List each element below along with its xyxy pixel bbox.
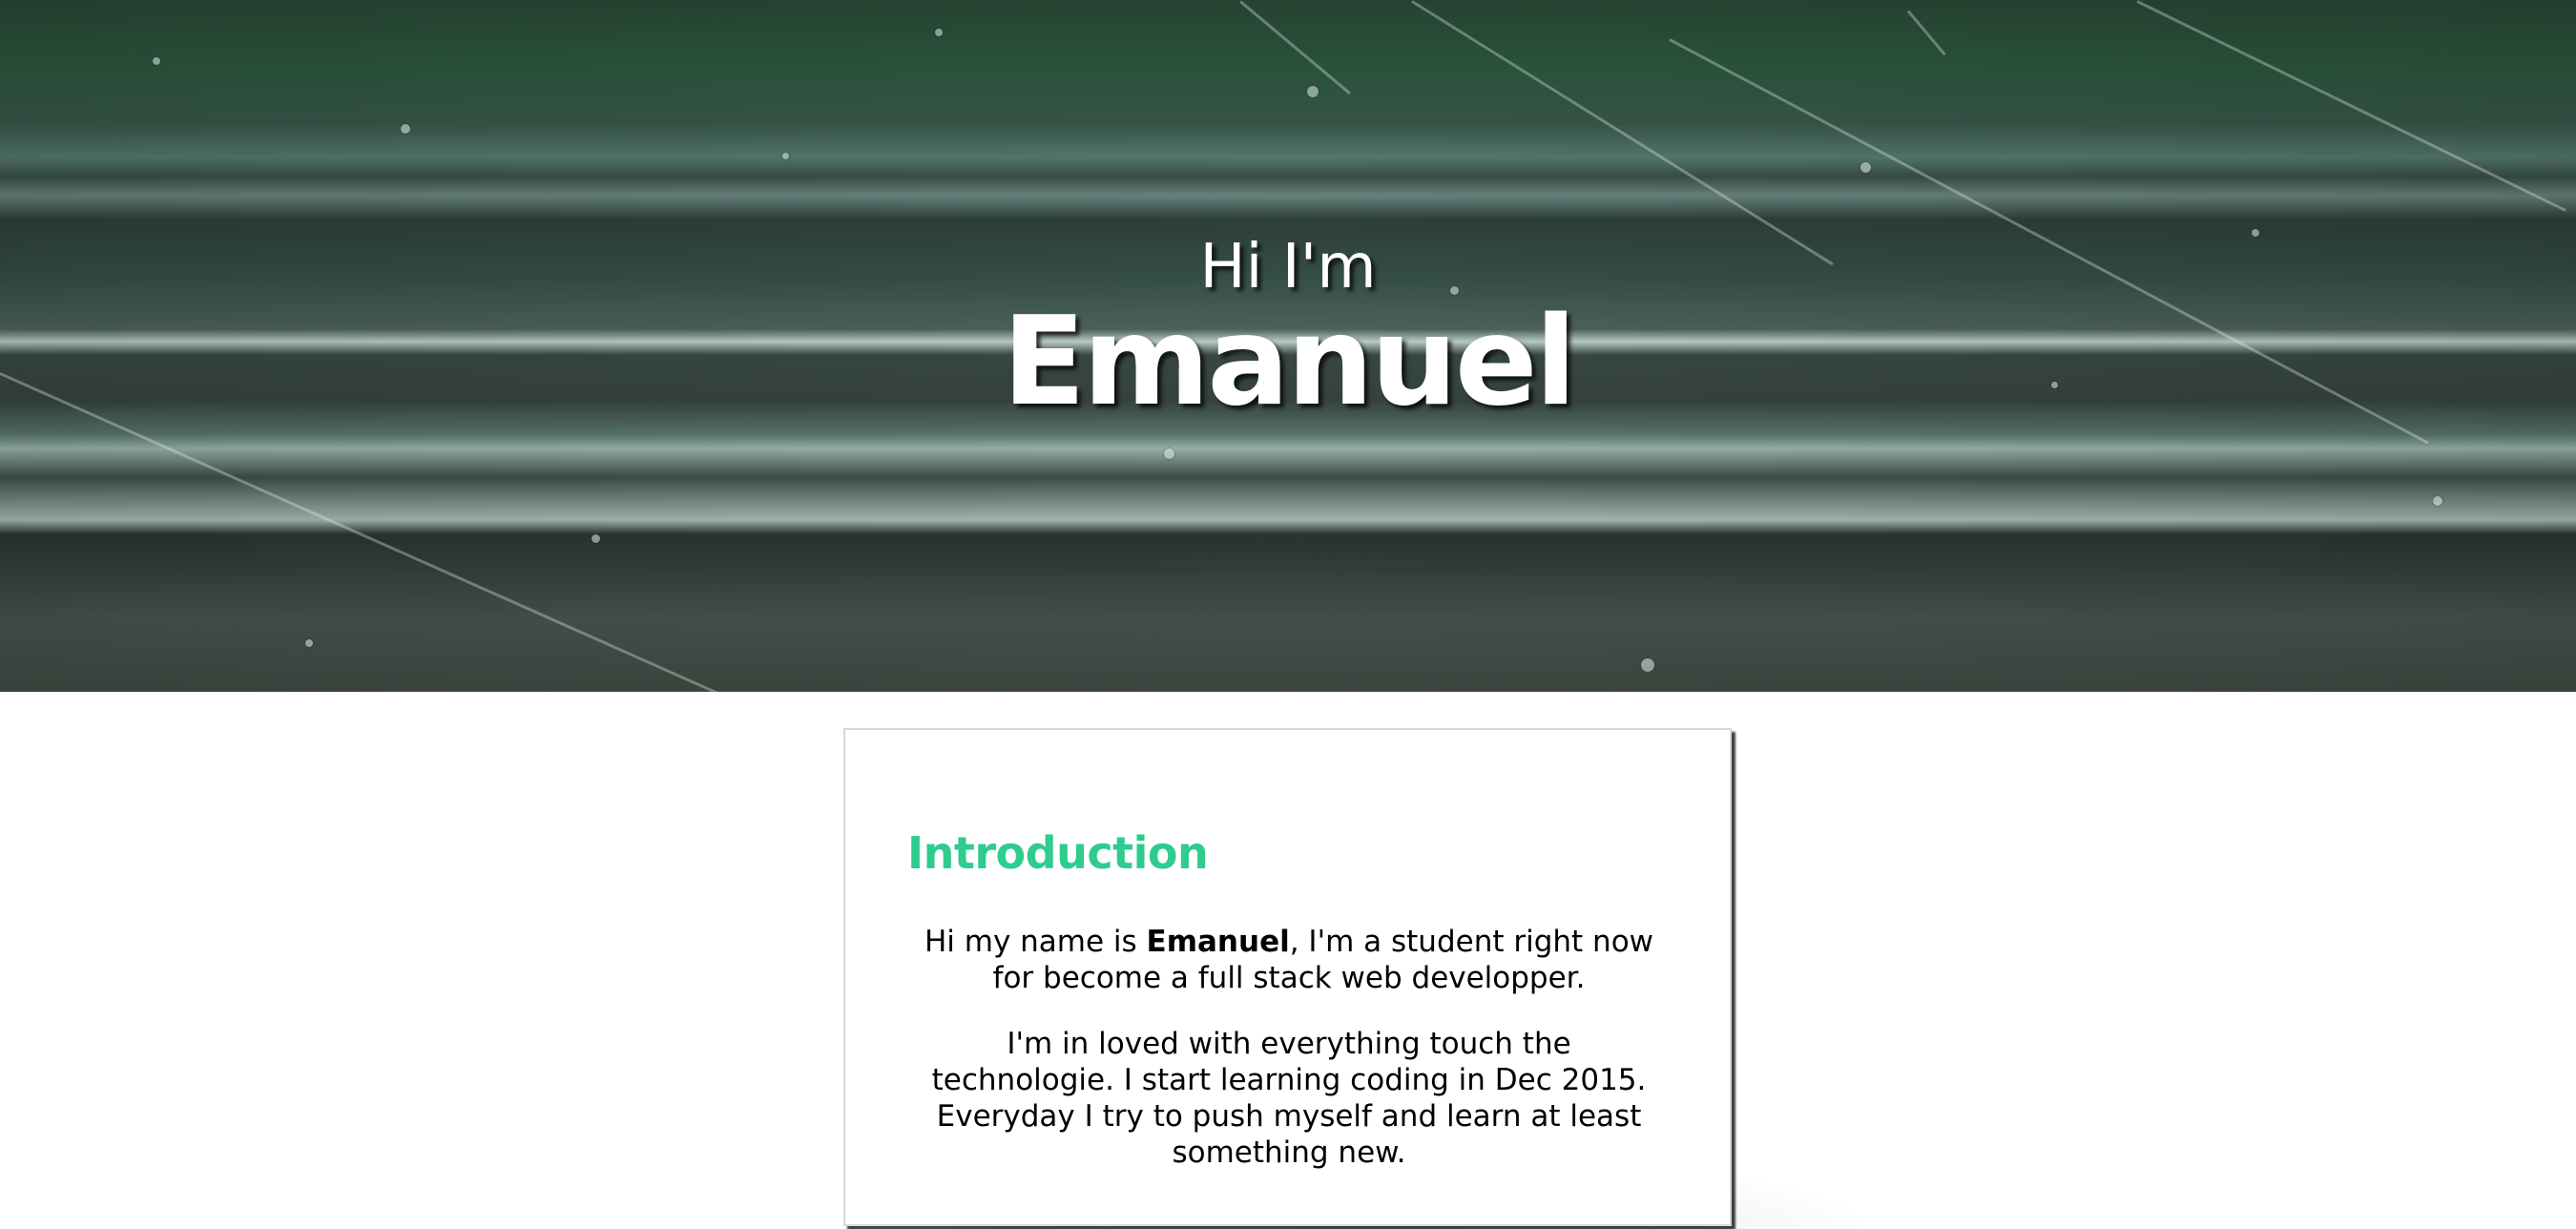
rain-drop <box>1860 162 1871 173</box>
rain-drop <box>1641 658 1654 672</box>
introduction-card: Introduction Hi my name is Emanuel, I'm … <box>843 728 1732 1226</box>
introduction-paragraph-2: I'm in loved with everything touch the t… <box>931 1027 1647 1170</box>
rain-drop <box>935 29 943 36</box>
hero-name: Emanuel <box>1002 291 1576 433</box>
rain-drop <box>1164 448 1174 459</box>
rain-drop <box>153 57 160 65</box>
rain-drop <box>1307 86 1319 97</box>
paragraph-1-lead: Hi my name is <box>924 925 1147 959</box>
rain-drop <box>782 153 789 159</box>
rain-drop <box>401 124 410 134</box>
introduction-title: Introduction <box>907 827 1209 879</box>
rain-drop <box>305 639 313 647</box>
introduction-paragraph-1: Hi my name is Emanuel, I'm a student rig… <box>912 924 1666 996</box>
rain-drop <box>2433 496 2442 506</box>
highlighted-name: Emanuel <box>1146 925 1290 959</box>
hero-banner: Hi I'm Emanuel <box>0 0 2576 692</box>
rain-drop <box>592 534 600 543</box>
